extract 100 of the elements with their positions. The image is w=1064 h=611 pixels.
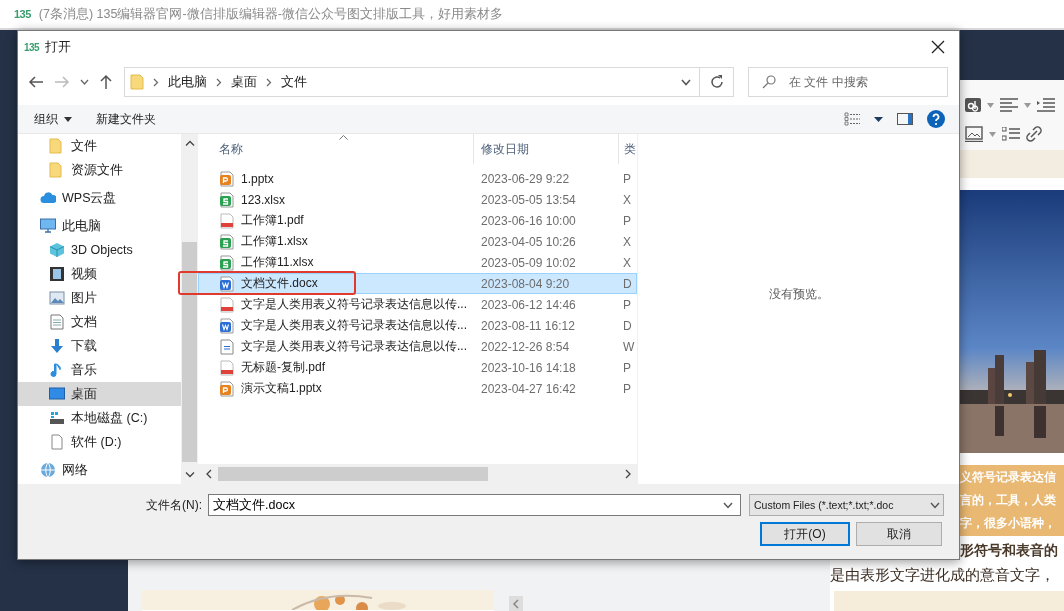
page-icon: [49, 434, 65, 450]
indent-icon[interactable]: [1037, 98, 1055, 112]
article-text: 言的，工具，人类: [960, 492, 1057, 509]
nav-item[interactable]: 此电脑: [18, 214, 181, 238]
file-row[interactable]: 123.xlsx 2023-05-05 13:54 X: [198, 189, 637, 210]
chevron-down-icon[interactable]: [681, 78, 691, 86]
scroll-up-icon[interactable]: [184, 140, 195, 146]
view-options-icon[interactable]: [844, 112, 860, 126]
spreadsheet-file-icon: [219, 233, 235, 250]
nav-item[interactable]: 本地磁盘 (C:): [18, 406, 181, 430]
computer-icon: [40, 218, 56, 234]
file-type-dropdown[interactable]: Custom Files (*.text;*.txt;*.doc: [749, 494, 944, 516]
file-name: 工作簿11.xlsx: [241, 254, 314, 271]
scroll-thumb[interactable]: [182, 242, 197, 462]
breadcrumb[interactable]: 文件: [281, 73, 307, 91]
open-button[interactable]: 打开(O): [760, 522, 850, 546]
file-type: D: [622, 276, 633, 291]
file-row[interactable]: 无标题-复制.pdf 2023-10-16 14:18 P: [198, 357, 637, 378]
file-row[interactable]: 文档文件.docx 2023-08-04 9:20 D: [198, 273, 637, 294]
file-row[interactable]: 工作簿1.pdf 2023-06-16 10:00 P: [198, 210, 637, 231]
highlight-icon[interactable]: [965, 98, 981, 112]
scrollbar[interactable]: [198, 464, 637, 484]
breadcrumb[interactable]: 此电脑: [168, 73, 207, 91]
file-type: P: [622, 381, 632, 396]
nav-item[interactable]: 音乐: [18, 358, 181, 382]
file-row[interactable]: 工作簿11.xlsx 2023-05-09 10:02 X: [198, 252, 637, 273]
site-logo: 135: [14, 8, 31, 20]
nav-item[interactable]: 视频: [18, 262, 181, 286]
file-type: P: [622, 213, 632, 228]
download-icon: [49, 338, 65, 354]
back-icon[interactable]: [28, 75, 44, 89]
search-field[interactable]: 在 文件 中搜索: [748, 67, 948, 97]
nav-item[interactable]: 桌面: [18, 382, 181, 406]
scroll-down-icon[interactable]: [184, 472, 195, 478]
help-icon[interactable]: [927, 110, 945, 128]
breadcrumb[interactable]: 桌面: [231, 73, 257, 91]
cancel-button[interactable]: 取消: [856, 522, 942, 546]
article-text: 义符号记录表达信: [960, 469, 1057, 486]
up-icon[interactable]: [99, 74, 113, 90]
file-row[interactable]: 文字是人类用表义符号记录表达信息以传... 2023-06-12 14:46 P: [198, 294, 637, 315]
film-icon: [49, 266, 65, 282]
scrollbar[interactable]: [181, 134, 198, 484]
preview-pane-icon[interactable]: [897, 113, 913, 125]
dialog-title: 打开: [45, 38, 72, 56]
file-name: 1.pptx: [241, 171, 274, 186]
nav-item[interactable]: 图片: [18, 286, 181, 310]
refresh-button[interactable]: [700, 67, 734, 97]
drive-icon: [49, 410, 65, 426]
preview-message: 没有预览。: [768, 285, 829, 303]
picture-icon: [49, 290, 65, 306]
column-header[interactable]: 修改日期: [473, 134, 618, 164]
caret-icon[interactable]: [874, 116, 883, 122]
address-bar[interactable]: 此电脑 桌面 文件: [124, 67, 700, 97]
chevron-down-icon[interactable]: [80, 79, 89, 85]
file-type: D: [622, 318, 633, 333]
cloud-icon: [40, 190, 56, 206]
organize-menu[interactable]: 组织: [34, 110, 72, 128]
monitor-icon: [49, 386, 65, 402]
nav-item[interactable]: 3D Objects: [18, 238, 181, 262]
scroll-left-icon[interactable]: [206, 469, 212, 479]
pdf-file-icon: [219, 359, 235, 376]
file-name: 文字是人类用表义符号记录表达信息以传...: [241, 296, 467, 313]
column-header[interactable]: 类: [618, 134, 637, 164]
file-name-field[interactable]: 文档文件.docx: [208, 494, 741, 516]
file-row[interactable]: 工作簿1.xlsx 2023-04-05 10:26 X: [198, 231, 637, 252]
nav-item[interactable]: 文档: [18, 310, 181, 334]
close-icon[interactable]: [931, 40, 945, 54]
nav-item[interactable]: WPS云盘: [18, 186, 181, 210]
new-folder-button[interactable]: 新建文件夹: [96, 110, 156, 128]
file-date: 2023-05-09 10:02: [480, 255, 577, 270]
file-row[interactable]: 文字是人类用表义符号记录表达信息以传... 2023-08-11 16:12 D: [198, 315, 637, 336]
chevron-down-icon[interactable]: [723, 502, 733, 509]
document-icon: [49, 314, 65, 330]
file-name: 文字是人类用表义符号记录表达信息以传...: [241, 338, 467, 355]
file-type: X: [622, 234, 632, 249]
scroll-right-icon[interactable]: [625, 469, 631, 479]
file-type: P: [622, 360, 632, 375]
nav-item[interactable]: 资源文件: [18, 158, 181, 182]
file-date: 2023-06-16 10:00: [480, 213, 577, 228]
nav-item[interactable]: 文件: [18, 134, 181, 158]
nav-item[interactable]: 软件 (D:): [18, 430, 181, 454]
scroll-thumb[interactable]: [218, 467, 488, 481]
file-date: 2023-06-12 14:46: [480, 297, 577, 312]
file-row[interactable]: 文字是人类用表义符号记录表达信息以传... 2022-12-26 8:54 W: [198, 336, 637, 357]
file-type: P: [622, 171, 632, 186]
nav-item[interactable]: 下载: [18, 334, 181, 358]
list-icon[interactable]: [1002, 127, 1020, 141]
sort-caret-icon[interactable]: [339, 135, 348, 140]
image-icon[interactable]: [965, 126, 983, 142]
file-row[interactable]: 1.pptx 2023-06-29 9:22 P: [198, 168, 637, 189]
link-icon[interactable]: [1026, 126, 1042, 142]
word-file-icon: [219, 317, 235, 334]
column-header[interactable]: 名称: [198, 134, 473, 164]
nav-item[interactable]: 网络: [18, 458, 181, 482]
pdf-file-icon: [219, 296, 235, 313]
search-icon: [762, 75, 776, 89]
align-left-icon[interactable]: [1000, 98, 1018, 112]
article-text: 形符号和表音的: [960, 542, 1059, 560]
spreadsheet-file-icon: [219, 191, 235, 208]
file-row[interactable]: 演示文稿1.pptx 2023-04-27 16:42 P: [198, 378, 637, 399]
